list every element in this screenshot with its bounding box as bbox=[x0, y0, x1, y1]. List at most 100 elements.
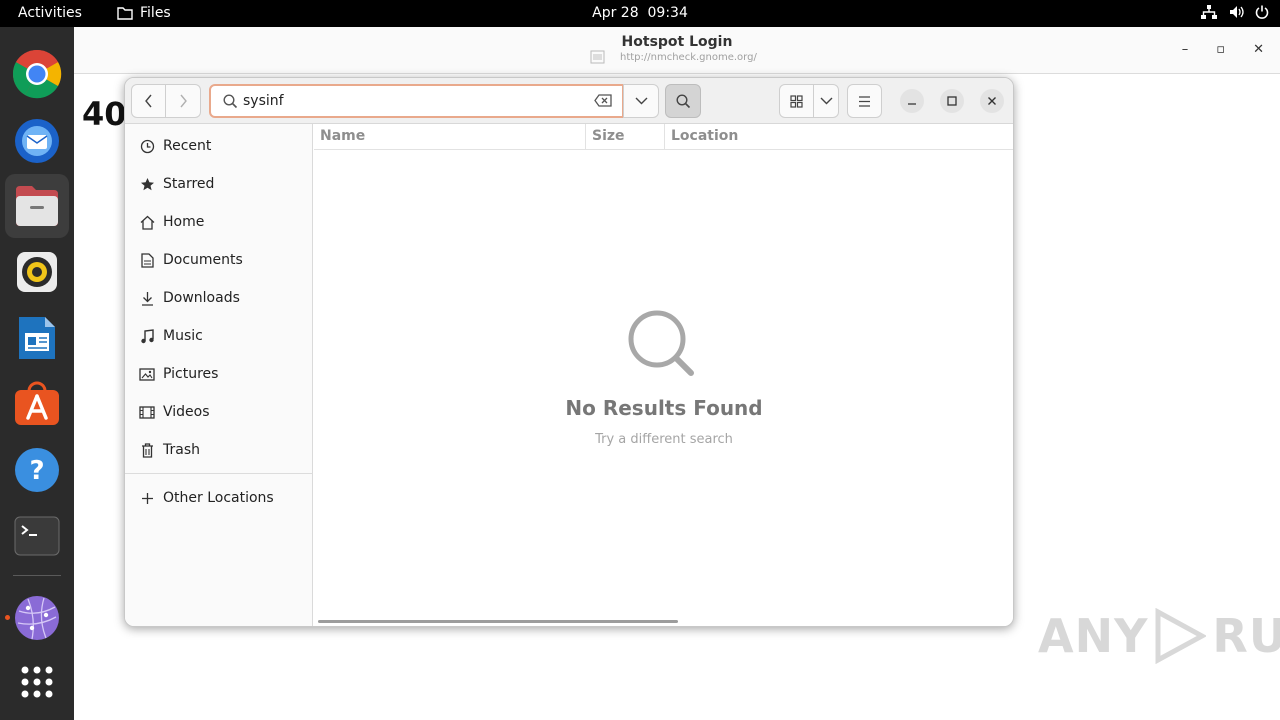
hotspot-window-title: Hotspot Login bbox=[621, 34, 733, 50]
globe-icon bbox=[15, 596, 59, 640]
horizontal-scrollbar[interactable] bbox=[318, 620, 678, 623]
top-bar: Activities Files Apr 28 09:34 bbox=[0, 0, 1280, 27]
hotspot-login-titlebar[interactable]: Hotspot Login http://nmcheck.gnome.org/ … bbox=[74, 27, 1280, 74]
search-toggle-button[interactable] bbox=[665, 84, 701, 118]
chevron-left-icon bbox=[144, 94, 152, 108]
empty-state-title: No Results Found bbox=[565, 396, 763, 420]
clock-time: 09:34 bbox=[647, 5, 688, 21]
system-tray[interactable] bbox=[1200, 4, 1270, 20]
dock-chrome[interactable] bbox=[5, 42, 69, 106]
maximize-icon bbox=[947, 96, 957, 106]
watermark-right: RUN bbox=[1212, 609, 1280, 663]
dock-separator bbox=[13, 575, 61, 576]
dock-rhythmbox[interactable] bbox=[5, 240, 69, 304]
close-button[interactable]: ✕ bbox=[1253, 42, 1264, 57]
clock-date: Apr 28 bbox=[592, 5, 639, 21]
dock-web-browser[interactable] bbox=[5, 586, 69, 650]
app-menu[interactable]: Files bbox=[117, 5, 171, 21]
sidebar-item-recent[interactable]: Recent bbox=[125, 128, 313, 164]
column-header-name[interactable]: Name bbox=[320, 128, 365, 144]
forward-button[interactable] bbox=[165, 84, 201, 118]
main-menu-button[interactable] bbox=[847, 84, 882, 118]
thunderbird-icon bbox=[15, 119, 59, 163]
search-results-view: Name Size Location No Results Found Try … bbox=[314, 124, 1013, 626]
no-results-search-icon bbox=[628, 310, 694, 376]
rhythmbox-icon bbox=[17, 252, 57, 292]
search-icon bbox=[675, 93, 690, 108]
network-icon bbox=[1201, 5, 1217, 19]
recent-icon bbox=[140, 139, 154, 153]
page-heading: 40 bbox=[82, 95, 127, 133]
page-warning-icon bbox=[590, 50, 605, 64]
power-icon bbox=[1255, 5, 1269, 19]
sidebar-item-label: Other Locations bbox=[163, 490, 274, 506]
sidebar-item-downloads[interactable]: Downloads bbox=[125, 280, 313, 316]
videos-icon bbox=[139, 405, 155, 419]
sidebar-item-other-locations[interactable]: Other Locations bbox=[125, 480, 313, 516]
star-icon bbox=[140, 177, 154, 190]
minimize-button[interactable]: – bbox=[1182, 42, 1189, 57]
sidebar-item-home[interactable]: Home bbox=[125, 204, 313, 240]
sidebar-item-label: Videos bbox=[163, 404, 210, 420]
dock-show-apps[interactable] bbox=[5, 650, 69, 714]
search-options-button[interactable] bbox=[623, 84, 659, 118]
sidebar-item-label: Documents bbox=[163, 252, 243, 268]
dock-thunderbird[interactable] bbox=[5, 108, 69, 172]
dock-software[interactable] bbox=[5, 372, 69, 436]
activities-button[interactable]: Activities bbox=[18, 5, 82, 21]
hotspot-window-controls: – ▫ ✕ bbox=[1182, 42, 1264, 57]
sidebar-separator bbox=[125, 473, 313, 474]
music-icon bbox=[140, 328, 154, 343]
dock-terminal[interactable] bbox=[5, 504, 69, 568]
search-icon bbox=[223, 94, 238, 109]
sidebar-item-label: Music bbox=[163, 328, 203, 344]
search-input[interactable] bbox=[243, 91, 573, 111]
files-headerbar[interactable] bbox=[125, 78, 1013, 124]
restore-button[interactable]: ▫ bbox=[1216, 42, 1225, 57]
app-menu-label: Files bbox=[140, 5, 171, 21]
sidebar-item-label: Pictures bbox=[163, 366, 219, 382]
close-icon bbox=[988, 97, 996, 105]
hamburger-icon bbox=[859, 95, 870, 107]
grid-icon bbox=[790, 94, 803, 108]
sidebar-item-starred[interactable]: Starred bbox=[125, 166, 313, 202]
back-button[interactable] bbox=[131, 84, 166, 118]
sidebar-item-trash[interactable]: Trash bbox=[125, 432, 313, 468]
volume-icon bbox=[1230, 6, 1244, 18]
anyrun-watermark: ANY RUN bbox=[1038, 608, 1280, 664]
clock-button[interactable]: Apr 28 09:34 bbox=[592, 5, 688, 21]
home-icon bbox=[140, 215, 154, 230]
clear-icon[interactable] bbox=[594, 94, 612, 107]
view-options-button[interactable] bbox=[813, 84, 839, 118]
software-icon bbox=[15, 381, 59, 425]
maximize-button[interactable] bbox=[940, 89, 964, 113]
files-icon bbox=[16, 186, 58, 226]
search-field[interactable] bbox=[209, 84, 624, 118]
trash-icon bbox=[141, 442, 153, 458]
folder-icon bbox=[117, 7, 133, 20]
minimize-button[interactable] bbox=[900, 89, 924, 113]
sidebar-item-pictures[interactable]: Pictures bbox=[125, 356, 313, 392]
sidebar-item-music[interactable]: Music bbox=[125, 318, 313, 354]
pictures-icon bbox=[139, 367, 155, 381]
sidebar-item-label: Trash bbox=[163, 442, 200, 458]
grid-view-button[interactable] bbox=[779, 84, 814, 118]
writer-icon bbox=[19, 317, 55, 359]
column-header-size[interactable]: Size bbox=[592, 128, 625, 144]
places-sidebar: Recent Starred Home Documents Downloads … bbox=[125, 124, 313, 626]
chrome-icon bbox=[12, 49, 62, 99]
files-window: Recent Starred Home Documents Downloads … bbox=[124, 77, 1014, 627]
dock-files[interactable] bbox=[5, 174, 69, 238]
dock-writer[interactable] bbox=[5, 306, 69, 370]
sidebar-item-documents[interactable]: Documents bbox=[125, 242, 313, 278]
empty-state-subtitle: Try a different search bbox=[595, 432, 733, 447]
watermark-left: ANY bbox=[1038, 609, 1149, 663]
sidebar-item-videos[interactable]: Videos bbox=[125, 394, 313, 430]
close-button[interactable] bbox=[980, 89, 1004, 113]
terminal-icon bbox=[14, 516, 60, 556]
dock-help[interactable]: ? bbox=[5, 438, 69, 502]
column-divider bbox=[585, 124, 586, 150]
column-header-location[interactable]: Location bbox=[671, 128, 738, 144]
sidebar-item-label: Downloads bbox=[163, 290, 240, 306]
play-icon bbox=[1155, 608, 1207, 664]
